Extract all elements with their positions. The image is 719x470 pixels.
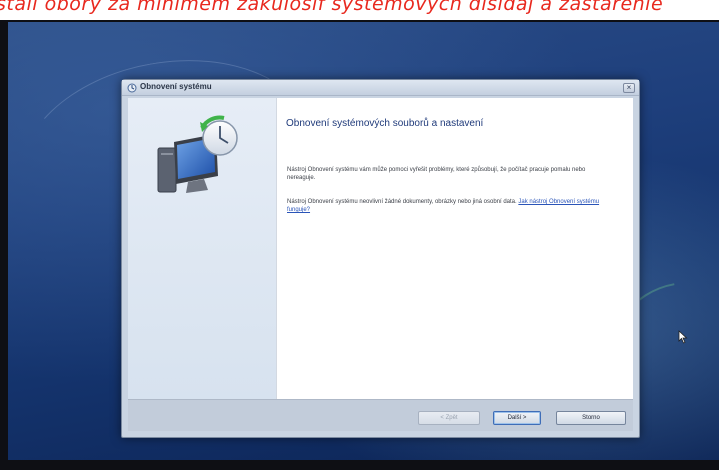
overlay-caption-strip: stall obory za minimem zakulosif systemo… — [0, 0, 719, 22]
desktop: Obnovení systému × Obnovení systémových … — [8, 22, 719, 460]
window-title: Obnovení systému — [140, 82, 212, 91]
content-pane: Obnovení systémových souborů a nastavení… — [276, 98, 633, 399]
info-text: Nástroj Obnovení systému neovlivní žádné… — [287, 199, 517, 205]
mouse-pointer-icon — [678, 330, 688, 344]
system-restore-dialog: Obnovení systému × Obnovení systémových … — [121, 79, 640, 438]
button-bar: < Zpět Další > Storno — [128, 399, 633, 431]
overlay-caption: stall obory za minimem zakulosif systemo… — [0, 0, 664, 15]
monitor-bezel: Obnovení systému × Obnovení systémových … — [0, 20, 719, 470]
back-button[interactable]: < Zpět — [418, 411, 480, 425]
page-title: Obnovení systémových souborů a nastavení — [286, 118, 484, 129]
title-bar[interactable]: Obnovení systému × — [122, 80, 639, 96]
close-button[interactable]: × — [623, 83, 635, 93]
description-paragraph: Nástroj Obnovení systému vám může pomoci… — [287, 167, 586, 181]
side-panel — [128, 98, 276, 399]
info-paragraph: Nástroj Obnovení systému neovlivní žádné… — [287, 198, 607, 214]
system-restore-illustration — [157, 115, 238, 193]
system-restore-icon — [127, 83, 137, 93]
cancel-button[interactable]: Storno — [556, 411, 626, 425]
next-button[interactable]: Další > — [493, 411, 541, 425]
